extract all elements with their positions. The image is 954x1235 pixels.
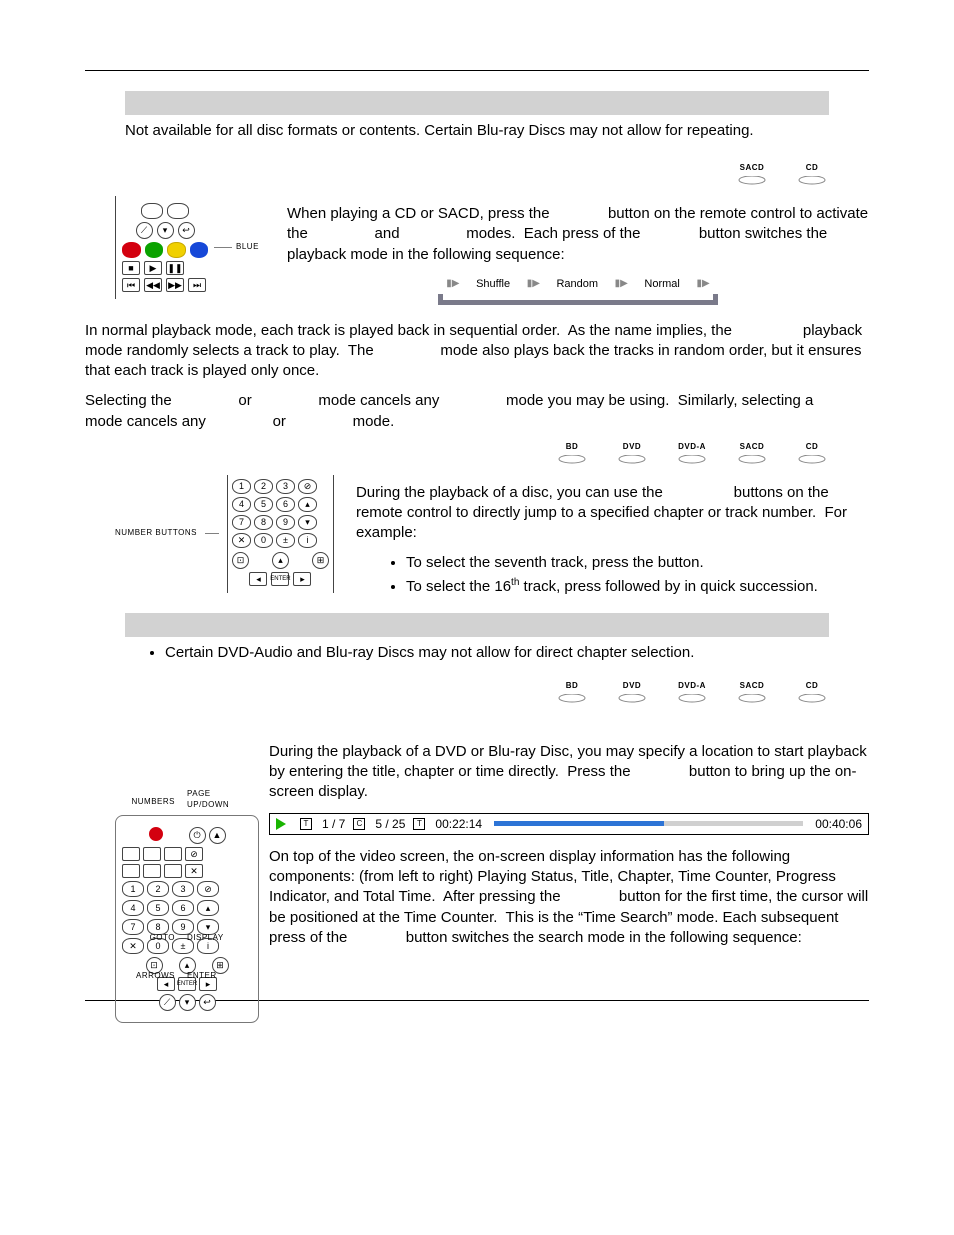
numbers-bullets: To select the seventh track, press the b… <box>386 553 869 597</box>
callout-number-label: NUMBER BUTTONS <box>115 528 197 539</box>
note-1-text: Not available for all disc formats or co… <box>125 121 829 141</box>
arrow-icon: ▮▶ <box>527 277 540 292</box>
sequence-diagram: ▮▶ Shuffle ▮▶ Random ▮▶ Normal ▮▶ <box>438 275 718 305</box>
page: Not available for all disc formats or co… <box>0 0 954 1031</box>
goto-para-2: On top of the video screen, the on-scree… <box>269 847 869 948</box>
section-shuffle: ⟋ ▾ ↩ ■ ▶ ❚❚ <box>115 196 869 311</box>
bullet-item: To select the seventh track, press the b… <box>406 553 869 573</box>
remote-goto-diagram: ⏻▲ ⊘ ✕ 123⊘ 456▴ 789▾ ✕0±i ⊡▴⊞ ◂ENTER▸ ⟋… <box>115 734 247 982</box>
note-bar <box>125 91 829 115</box>
arrow-icon: ▮▶ <box>446 277 459 292</box>
section-goto: ⏻▲ ⊘ ✕ 123⊘ 456▴ 789▾ ✕0±i ⊡▴⊞ ◂ENTER▸ ⟋… <box>115 734 869 982</box>
note-2-bullet-item: Certain DVD-Audio and Blu-ray Discs may … <box>165 643 869 663</box>
arrow-icon: ▮▶ <box>615 277 628 292</box>
stop-button: ■ <box>122 261 140 275</box>
red-button <box>122 242 141 258</box>
osd-chapter-value: 5 / 25 <box>375 816 405 832</box>
time-icon: T <box>413 818 425 830</box>
format-row-sacd-cd: SACD CD <box>85 163 829 186</box>
rev-button: ◀◀ <box>144 278 162 292</box>
pause-button: ❚❚ <box>166 261 184 275</box>
prev-button: ⏮ <box>122 278 140 292</box>
next-button: ⏭ <box>188 278 206 292</box>
callout-arrows-label: ARROWS <box>115 971 175 982</box>
osd-title-value: 1 / 7 <box>322 816 345 832</box>
note-bar <box>125 613 829 637</box>
shuffle-body-1: In normal playback mode, each track is p… <box>85 321 869 382</box>
callout-blue-label: BLUE <box>236 242 259 253</box>
yellow-button <box>167 242 186 258</box>
number-buttons-diagram: NUMBER BUTTONS 123⊘ 456▴ 789▾ ✕0±i ⊡ ▴ ⊞ <box>115 475 334 593</box>
goto-para-1: During the playback of a DVD or Blu-ray … <box>269 742 869 803</box>
note-2-bullets: Certain DVD-Audio and Blu-ray Discs may … <box>145 643 869 663</box>
shuffle-intro-para: When playing a CD or SACD, press the but… <box>287 204 869 265</box>
remote-btn: ⟋ <box>136 222 153 239</box>
format-dvd-label: DVD <box>623 442 641 451</box>
numbers-para: During the playback of a disc, you can u… <box>356 483 869 544</box>
seq-shuffle: Shuffle <box>476 277 510 292</box>
arrow-icon: ▮▶ <box>696 277 709 292</box>
format-oval-icon <box>735 176 769 186</box>
remote-btn <box>141 203 163 219</box>
format-cd: CD <box>795 163 829 186</box>
section-numbers: NUMBER BUTTONS 123⊘ 456▴ 789▾ ✕0±i ⊡ ▴ ⊞ <box>115 475 869 603</box>
callout-enter-label: ENTER <box>187 971 247 982</box>
blue-button <box>190 242 209 258</box>
seq-normal: Normal <box>644 277 679 292</box>
format-row-all-1: BD DVD DVD-A SACD CD <box>85 442 829 465</box>
shuffle-body-2: Selecting the or mode cancels any mode y… <box>85 391 869 432</box>
play-button: ▶ <box>144 261 162 275</box>
green-button <box>145 242 164 258</box>
remote-shuffle-diagram: ⟋ ▾ ↩ ■ ▶ ❚❚ <box>115 196 265 299</box>
title-icon: T <box>300 818 312 830</box>
format-sacd: SACD <box>735 163 769 186</box>
bullet-item: To select the 16th track, press followed… <box>406 576 869 597</box>
format-dvda-label: DVD-A <box>678 442 706 451</box>
format-cd-label: CD <box>806 442 819 451</box>
remote-btn <box>167 203 189 219</box>
on-screen-display-bar: T 1 / 7 C 5 / 25 T 00:22:14 00:40:06 <box>269 813 869 835</box>
format-sacd-label: SACD <box>740 163 765 172</box>
format-sacd-label: SACD <box>740 442 765 451</box>
remote-btn: ↩ <box>178 222 195 239</box>
osd-elapsed-value: 00:22:14 <box>435 816 482 832</box>
progress-bar <box>494 821 803 826</box>
play-status-icon <box>276 818 286 830</box>
format-row-all-2: BD DVD DVD-A SACD CD <box>85 681 829 704</box>
page-header-rule <box>85 50 869 71</box>
format-oval-icon <box>795 176 829 186</box>
format-bd-label: BD <box>566 442 579 451</box>
remote-down-btn: ▾ <box>157 222 174 239</box>
callout-numbers-label: NUMBERS <box>115 797 175 808</box>
chapter-icon: C <box>353 818 365 830</box>
fwd-button: ▶▶ <box>166 278 184 292</box>
callout-pageupdown-label: PAGE UP/DOWN <box>187 789 247 811</box>
format-cd-label: CD <box>806 163 819 172</box>
seq-random: Random <box>556 277 598 292</box>
osd-total-value: 00:40:06 <box>815 816 862 832</box>
